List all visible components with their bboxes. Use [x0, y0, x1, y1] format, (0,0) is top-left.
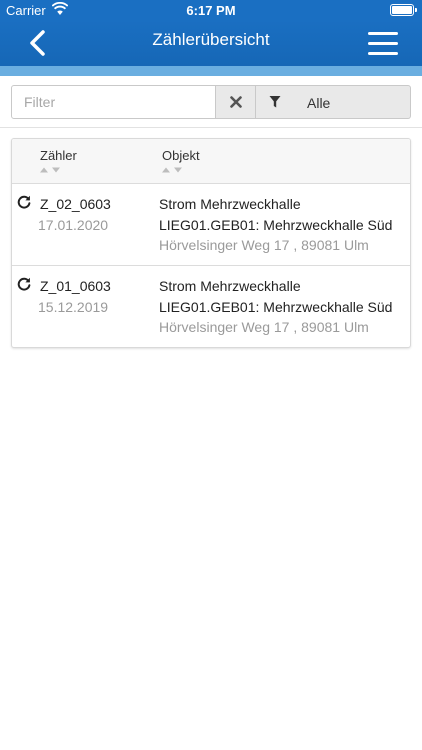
meter-id: Z_02_0603 [40, 196, 111, 212]
object-name: Strom Mehrzweckhalle [159, 196, 301, 212]
filter-input[interactable] [11, 85, 216, 119]
clear-filter-button[interactable] [216, 85, 256, 119]
sort-icon [162, 167, 182, 173]
divider [0, 127, 422, 128]
battery-icon [390, 4, 417, 16]
object-address: Hörvelsinger Weg 17 , 89081 Ulm [159, 237, 369, 253]
table-row[interactable]: Z_01_0603 15.12.2019 Strom Mehrzweckhall… [12, 266, 410, 347]
accent-strip [0, 66, 422, 76]
column-header-objekt[interactable]: Objekt [162, 148, 200, 173]
page-title: Zählerübersicht [152, 30, 270, 49]
funnel-icon [269, 96, 281, 108]
column-header-zaehler[interactable]: Zähler [40, 148, 77, 173]
table-row[interactable]: Z_02_0603 17.01.2020 Strom Mehrzweckhall… [12, 184, 410, 266]
object-code: LIEG01.GEB01: Mehrzweckhalle Süd [159, 217, 393, 233]
meter-date: 17.01.2020 [38, 217, 109, 233]
object-address: Hörvelsinger Weg 17 , 89081 Ulm [159, 319, 369, 335]
close-icon [229, 96, 242, 108]
menu-line [368, 42, 398, 45]
sort-icon [40, 167, 60, 173]
object-name: Strom Mehrzweckhalle [159, 278, 301, 294]
status-bar: Carrier 6:17 PM [0, 0, 422, 20]
meter-date: 15.12.2019 [38, 299, 109, 315]
clock: 6:17 PM [186, 3, 236, 18]
menu-line [368, 52, 398, 55]
object-code: LIEG01.GEB01: Mehrzweckhalle Süd [159, 299, 393, 315]
filter-type-button[interactable] [255, 85, 295, 119]
filter-select[interactable]: Alle [294, 85, 411, 119]
column-label: Objekt [162, 148, 200, 163]
navigation-bar: Zählerübersicht [0, 20, 422, 66]
refresh-icon[interactable] [17, 277, 31, 291]
table-header: Zähler Objekt [12, 139, 410, 184]
meter-table: Zähler Objekt Z_02_0603 17.01.2020 Strom… [11, 138, 411, 348]
menu-line [368, 32, 398, 35]
meter-id: Z_01_0603 [40, 278, 111, 294]
refresh-icon[interactable] [17, 195, 31, 209]
hamburger-menu-icon[interactable] [368, 27, 398, 59]
column-label: Zähler [40, 148, 77, 163]
